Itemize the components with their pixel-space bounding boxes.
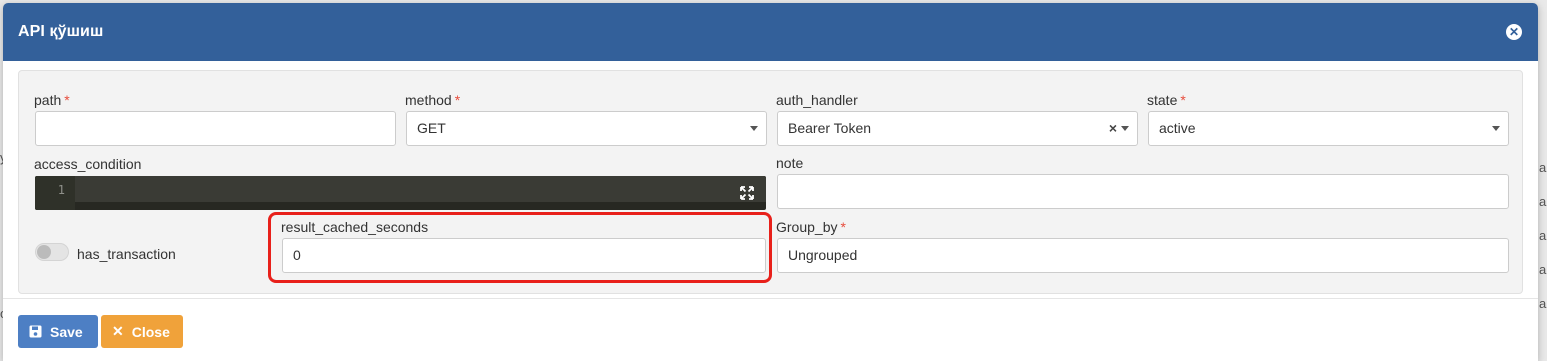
- result-cached-seconds-label: result_cached_seconds: [281, 219, 429, 235]
- method-select[interactable]: GET: [406, 111, 767, 146]
- floppy-disk-icon: [29, 325, 42, 338]
- has-transaction-toggle[interactable]: [35, 243, 69, 261]
- access-condition-label: access_condition: [34, 156, 142, 172]
- state-selected-value: active: [1159, 120, 1196, 136]
- method-selected-value: GET: [417, 120, 446, 136]
- auth-handler-selected-value: Bearer Token: [788, 120, 872, 136]
- group-by-label: Group_by *: [776, 219, 846, 235]
- toggle-knob: [37, 245, 51, 259]
- chevron-down-icon: [750, 126, 758, 131]
- chevron-down-icon: [1121, 126, 1129, 131]
- save-label: Save: [50, 323, 83, 340]
- save-button[interactable]: Save: [18, 315, 98, 348]
- note-label: note: [776, 155, 804, 171]
- path-input[interactable]: [35, 111, 396, 146]
- close-button[interactable]: ✕ Close: [101, 315, 183, 348]
- background-text: a2: [1539, 262, 1547, 277]
- has-transaction-label: has_transaction: [77, 246, 176, 262]
- access-condition-editor[interactable]: 1: [35, 176, 766, 210]
- note-input[interactable]: [777, 174, 1509, 209]
- state-select[interactable]: active: [1148, 111, 1509, 146]
- auth-handler-label: auth_handler: [776, 92, 858, 108]
- close-icon: ✕: [112, 323, 124, 339]
- background-text: a2: [1539, 194, 1547, 209]
- state-label: state *: [1147, 92, 1186, 108]
- chevron-down-icon: [1492, 126, 1500, 131]
- modal-title: API қўшиш: [18, 23, 104, 40]
- background-text: a2: [1539, 296, 1547, 311]
- line-number: 1: [35, 176, 75, 210]
- group-by-input[interactable]: Ungrouped: [777, 238, 1509, 273]
- auth-handler-select[interactable]: Bearer Token ×: [777, 111, 1138, 146]
- code-line: [75, 176, 766, 202]
- clear-icon[interactable]: ×: [1109, 112, 1117, 145]
- result-cached-seconds-input[interactable]: 0: [282, 238, 766, 273]
- form-panel: path * method * GET auth_handler Bearer To…: [18, 70, 1523, 294]
- add-api-modal: API қўшиш ✕ path * method * GET auth_handl…: [3, 3, 1538, 361]
- method-label: method *: [405, 92, 461, 108]
- fullscreen-expand-icon[interactable]: [740, 186, 754, 200]
- background-text: a2: [1539, 160, 1547, 175]
- path-label: path *: [34, 92, 70, 108]
- modal-header: API қўшиш ✕: [3, 3, 1538, 61]
- footer-divider: [3, 298, 1538, 299]
- background-text: a2: [1539, 228, 1547, 243]
- close-label: Close: [131, 323, 170, 340]
- close-circle-icon[interactable]: ✕: [1506, 24, 1522, 40]
